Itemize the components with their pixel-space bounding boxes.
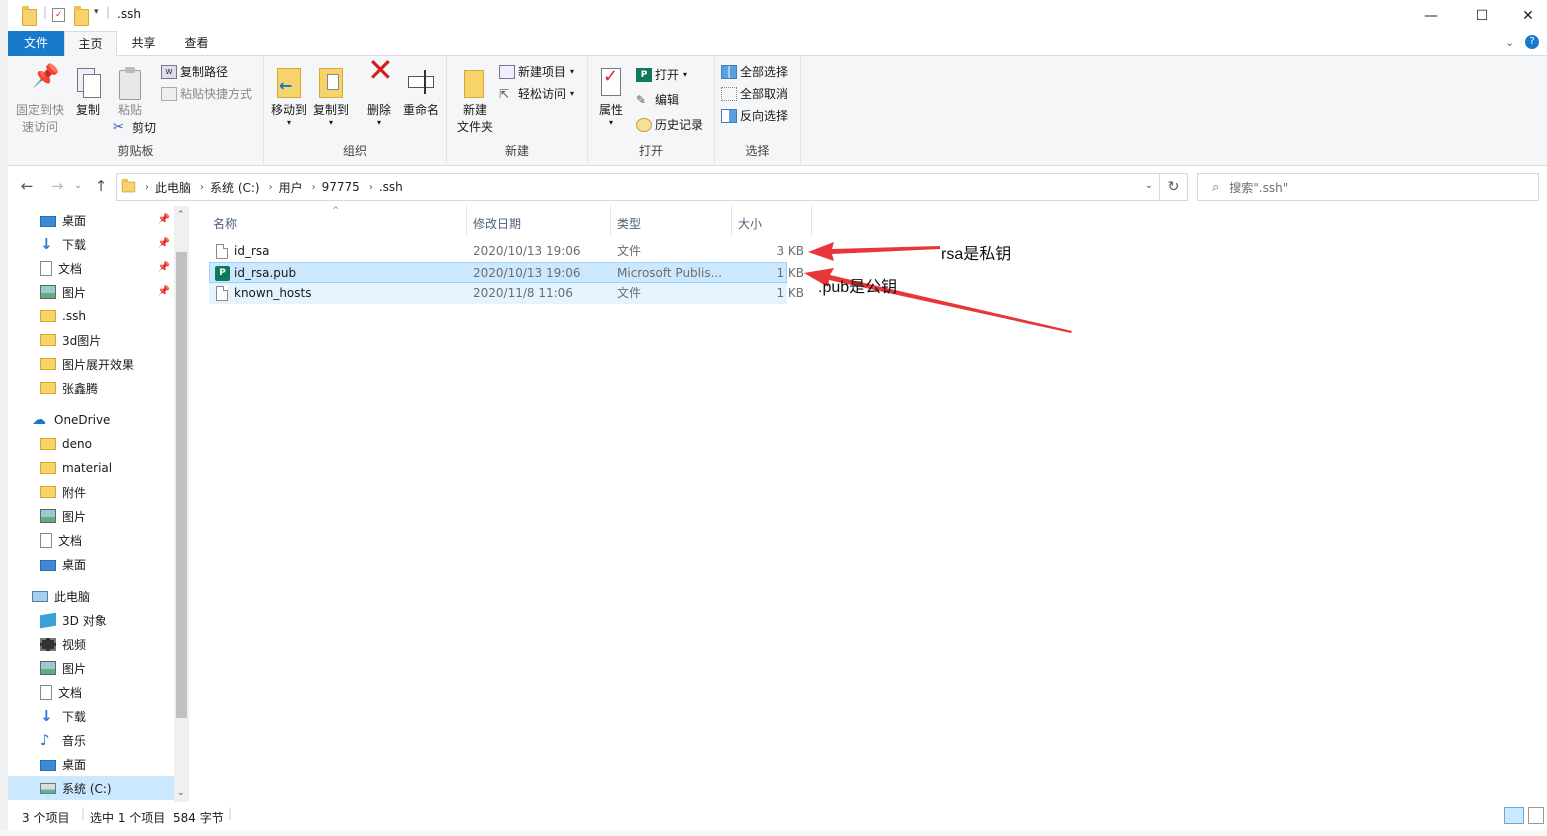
annotation-rsa-label: rsa是私钥 <box>941 246 1012 263</box>
background-window-edge <box>0 0 8 836</box>
background-bottom-edge <box>0 830 1547 836</box>
annotation-pub-label: .pub是公钥 <box>818 279 898 296</box>
annotation-overlay <box>804 242 1072 333</box>
arrow-to-id-rsa <box>808 242 940 261</box>
